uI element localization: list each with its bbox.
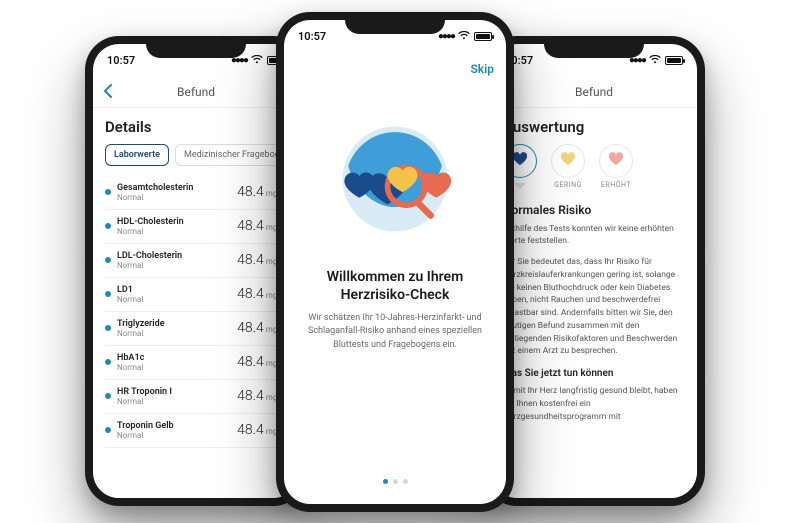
status-time: 10:57	[107, 54, 135, 67]
lab-status: Normal	[117, 431, 174, 440]
risk-heading: Normales Risiko	[503, 203, 685, 217]
lab-row: Troponin GelbNormal 48.4mg/dl	[105, 414, 287, 448]
page-dot-icon	[383, 479, 388, 484]
lab-row: LDL-CholesterinNormal 48.4mg/dl	[105, 244, 287, 278]
tabs: Laborwerte Medizinischer Fragebogen	[105, 144, 287, 166]
lab-value: 48.4	[237, 184, 264, 200]
lab-name: HR Troponin I	[117, 387, 172, 397]
lab-status: Normal	[117, 193, 193, 202]
risk-paragraph: Für Sie bedeutet das, dass Ihr Risiko fü…	[503, 256, 685, 358]
nav-title: Befund	[575, 85, 613, 99]
section-title-details: Details	[105, 118, 287, 136]
page-dot-icon	[393, 479, 398, 484]
lab-name: LDL-Cholesterin	[117, 251, 182, 261]
lab-name: HbA1c	[117, 353, 144, 363]
battery-icon	[665, 56, 683, 65]
status-time: 10:57	[298, 30, 326, 43]
nav-bar: Befund	[93, 78, 299, 108]
status-dot-icon	[105, 291, 111, 297]
lab-row: HDL-CholesterinNormal 48.4mg/dl	[105, 210, 287, 244]
lab-value: 48.4	[237, 286, 264, 302]
status-dot-icon	[105, 393, 111, 399]
lab-status: Normal	[117, 329, 165, 338]
status-dot-icon	[105, 223, 111, 229]
lab-status: Normal	[117, 227, 184, 236]
lab-name: LD1	[117, 285, 143, 295]
lab-row: HbA1cNormal 48.4mg/dl	[105, 346, 287, 380]
lab-value: 48.4	[237, 218, 264, 234]
risk-paragraph: Mithilfe des Tests konnten wir keine erh…	[503, 223, 685, 249]
lab-status: Normal	[117, 261, 182, 270]
device-notch	[345, 12, 445, 34]
heart-icon	[512, 152, 528, 170]
lab-value: 48.4	[237, 252, 264, 268]
risk-paragraph: Damit Ihr Herz langfristig gesund bleibt…	[503, 385, 685, 423]
section-subheading: Was Sie jetzt tun können	[503, 366, 685, 381]
lab-name: HDL-Cholesterin	[117, 217, 184, 227]
skip-button[interactable]: Skip	[470, 62, 494, 76]
lab-row: HR Troponin INormal 48.4mg/dl	[105, 380, 287, 414]
welcome-description: Wir schätzen Ihr 10-Jahres-Herzinfarkt- …	[302, 312, 488, 353]
lab-row: GesamtcholesterinNormal 48.4mg/dl	[105, 176, 287, 210]
wifi-icon	[458, 31, 470, 43]
lab-value: 48.4	[237, 354, 264, 370]
wifi-icon	[251, 55, 263, 67]
heart-icon	[560, 152, 576, 170]
lab-value: 48.4	[237, 388, 264, 404]
nav-title: Befund	[177, 85, 215, 99]
status-dot-icon	[105, 325, 111, 331]
heart-icon	[608, 152, 624, 170]
page-dot-icon	[403, 479, 408, 484]
lab-status: Normal	[117, 363, 144, 372]
risk-badge-gering[interactable]	[551, 144, 585, 178]
lab-value: 48.4	[237, 422, 264, 438]
lab-row: LD1Normal 48.4mg/dl	[105, 278, 287, 312]
risk-badge-label: ERHÖHT	[601, 181, 631, 189]
status-dot-icon	[105, 257, 111, 263]
battery-icon	[474, 32, 492, 41]
nav-bar: Skip	[284, 54, 506, 84]
signal-icon: ●●●●	[438, 31, 454, 42]
risk-badge-label: GERING	[554, 181, 582, 189]
lab-name: Triglyzeride	[117, 319, 165, 329]
lab-value: 48.4	[237, 320, 264, 336]
device-notch	[544, 36, 644, 58]
status-dot-icon	[105, 427, 111, 433]
nav-bar: Befund	[491, 78, 697, 108]
lab-name: Gesamtcholesterin	[117, 183, 193, 193]
device-notch	[146, 36, 246, 58]
lab-row: TriglyzerideNormal 48.4mg/dl	[105, 312, 287, 346]
risk-badges: GERING ERHÖHT	[503, 144, 685, 189]
lab-list: GesamtcholesterinNormal 48.4mg/dl HDL-Ch…	[105, 176, 287, 448]
lab-name: Troponin Gelb	[117, 421, 174, 431]
wifi-icon	[649, 55, 661, 67]
tab-laborwerte[interactable]: Laborwerte	[105, 144, 169, 166]
welcome-illustration-icon	[320, 104, 470, 254]
status-dot-icon	[105, 189, 111, 195]
risk-body: Mithilfe des Tests konnten wir keine erh…	[503, 223, 685, 424]
section-title-auswertung: Auswertung	[503, 118, 685, 136]
risk-badge-erhoht[interactable]	[599, 144, 633, 178]
status-dot-icon	[105, 359, 111, 365]
welcome-title: Willkommen zu Ihrem Herzrisiko-Check	[302, 268, 488, 304]
back-button[interactable]	[103, 84, 113, 101]
lab-status: Normal	[117, 397, 172, 406]
page-indicator	[383, 467, 408, 484]
lab-status: Normal	[117, 295, 143, 304]
